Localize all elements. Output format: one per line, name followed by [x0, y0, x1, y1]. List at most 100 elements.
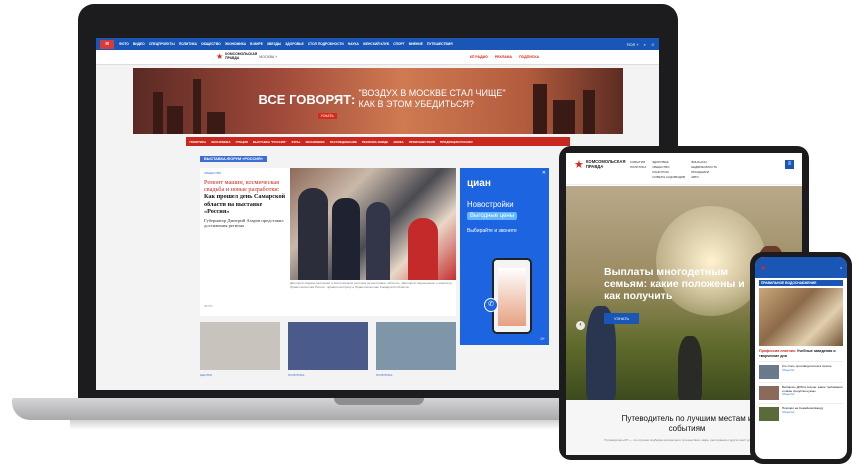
nav-item[interactable]: ФОТО: [119, 42, 129, 46]
phone-news-title: Кто стать производителем в сезоне: [782, 364, 832, 368]
phone-news-text: Выбирать ДОМ в сезоне: какие требования …: [782, 385, 843, 400]
section-nav-item[interactable]: ЭКОНОМИКА: [211, 140, 230, 144]
section-nav-item[interactable]: АВИКА: [393, 140, 404, 144]
site-logo[interactable]: ★ КОМСОМОЛЬСКАЯ ПРАВДА: [216, 52, 257, 61]
nav-item[interactable]: СПОРТ: [393, 42, 404, 46]
tablet-menu-item[interactable]: ПРАЗДНИКИ: [691, 170, 717, 174]
close-icon[interactable]: ✕: [542, 170, 546, 176]
hamburger-icon[interactable]: ≡: [100, 39, 114, 49]
article-lede: Губернатор Дмитрий Азаров представил дос…: [204, 218, 284, 229]
nav-item[interactable]: ВИДЕО: [133, 42, 145, 46]
building-illustration: [498, 268, 526, 326]
news-card-image[interactable]: [376, 322, 456, 370]
header-link[interactable]: КП РАДИО: [470, 55, 488, 59]
phone-call-icon: ✆: [484, 298, 498, 312]
section-nav-item[interactable]: ПРОДУКЦИЯ РОССИИ: [440, 140, 473, 144]
header-link[interactable]: РЕКЛАМА: [495, 55, 512, 59]
phone-news-image: [759, 386, 779, 400]
section-nav-item[interactable]: ПРОИСШЕСТВИЯ: [409, 140, 435, 144]
region-select[interactable]: ПОЛ ˅: [627, 42, 639, 47]
hamburger-icon[interactable]: ≡: [785, 160, 794, 169]
ad-banner[interactable]: ВСЕ ГОВОРЯТ: "ВОЗДУХ В МОСКВЕ СТАЛ ЧИЩЕ"…: [132, 68, 623, 134]
tablet-menu-item[interactable]: КОНКУРСЫ: [652, 170, 685, 174]
phone-news-item[interactable]: Выбирать ДОМ в сезоне: какие требования …: [759, 382, 843, 400]
ad-pill: Выгодные цены: [467, 212, 518, 220]
hamburger-icon[interactable]: ≡: [840, 266, 842, 270]
phone-section-tag[interactable]: ПРАВИЛЬНОЕ ВОДОСНАБЖЕНИЕ: [759, 280, 843, 286]
phone-news-item[interactable]: Кто стать производителем в сезоне Обществ…: [759, 361, 843, 379]
news-card-tag[interactable]: ЦЕНТРА: [200, 373, 280, 377]
section-nav-item[interactable]: ГРЕЦИЯ: [236, 140, 248, 144]
carousel-prev-icon[interactable]: ‹: [576, 321, 585, 330]
tablet-menu-item[interactable]: ОБЩЕСТВО: [652, 165, 685, 169]
nav-item[interactable]: НАУКА: [348, 42, 359, 46]
tablet-menu-item[interactable]: СОВЕТЫ САДОВОДОВ: [652, 175, 685, 179]
nav-item[interactable]: ЖЕНСКИЙ КЛУБ: [363, 42, 389, 46]
guide-title[interactable]: Путеводитель по лучшим местам и событиям: [612, 414, 762, 434]
section-nav-item[interactable]: ПОЛИТИКА: [190, 140, 207, 144]
nav-item[interactable]: СПЕЦПРОЕКТЫ: [149, 42, 175, 46]
child-silhouette: [678, 336, 702, 400]
phone-screen: ★ ≡ ПРАВИЛЬНОЕ ВОДОСНАБЖЕНИЕ Профессия п…: [755, 257, 847, 459]
search-icon[interactable]: ⌕: [644, 42, 646, 47]
phone-news-title: Выбирать ДОМ в сезоне: какие требования …: [782, 385, 843, 393]
nav-item[interactable]: ПУТЕШЕСТВИЯ: [427, 42, 453, 46]
star-icon: ★: [216, 52, 224, 61]
section-nav-item[interactable]: ЭКОНОМИКА: [305, 140, 324, 144]
nav-item[interactable]: ЗДОРОВЬЕ: [285, 42, 304, 46]
ad-title: Новостройки: [467, 200, 514, 209]
news-card[interactable]: ЦЕНТРА: [200, 322, 280, 377]
article-tag[interactable]: ОБЩЕСТВО: [204, 171, 286, 175]
tablet-menu-item[interactable]: АВТО: [691, 175, 717, 179]
news-card-tag[interactable]: ПОЛИТИКА: [288, 373, 368, 377]
cian-ad[interactable]: циан Новостройки Выгодные цены Выбирайте…: [460, 168, 549, 345]
phone-headline[interactable]: Профессия плотник: Учебные заведения и т…: [759, 349, 843, 358]
site-header: ★ КОМСОМОЛЬСКАЯ ПРАВДА МОСКВА ˅ КП РАДИО…: [96, 50, 659, 65]
forum-tag[interactable]: ВЫСТАВКА-ФОРУМ «РОССИЯ»: [200, 156, 267, 162]
article-headline[interactable]: Ремонт машин, космическая свадьба и новы…: [204, 179, 286, 215]
nav-item[interactable]: ОБЩЕСТВО: [201, 42, 221, 46]
headline-black-part: Как прошел день Самарской области на выс…: [204, 193, 286, 215]
nav-item[interactable]: ЭКОНОМИКА: [225, 42, 246, 46]
section-nav-item[interactable]: РЕКЛАМА ВНИДЕ: [362, 140, 388, 144]
user-icon[interactable]: ☺: [651, 42, 655, 47]
logo-text: КОМСОМОЛЬСКАЯ ПРАВДА: [585, 159, 626, 169]
tablet-menu-item[interactable]: [630, 175, 646, 179]
tablet-menu-item[interactable]: ПОЛИТИКА: [630, 165, 646, 169]
tablet-menu-item[interactable]: НЕДВИЖИМОСТЬ: [691, 165, 717, 169]
star-icon: ★: [574, 158, 584, 171]
nav-item[interactable]: СТОЛ ПОДРОБНОСТИ: [308, 42, 344, 46]
city-select[interactable]: МОСКВА ˅: [259, 55, 277, 59]
section-nav-item[interactable]: КУРЫ: [292, 140, 301, 144]
tablet-menu-item[interactable]: [630, 170, 646, 174]
photo-caption: Дмитрий Азаров рассказал о достижениях р…: [290, 281, 452, 289]
news-card[interactable]: ПОЛИТИКА: [376, 322, 456, 377]
nav-item[interactable]: ЗВЕЗДЫ: [267, 42, 281, 46]
nav-item[interactable]: В МИРЕ: [250, 42, 263, 46]
tablet-menu-item[interactable]: СОБЫТИЯ: [630, 160, 646, 164]
phone-news-text: Позиции на Семейном Ежеду Общество: [782, 406, 823, 421]
header-link[interactable]: ПОДПИСКА: [519, 55, 539, 59]
phone-illustration: ✆: [484, 258, 532, 334]
section-nav-item[interactable]: РАССЛЕДОВАНИЕ: [330, 140, 357, 144]
nav-item[interactable]: ПОЛИТИКА: [179, 42, 197, 46]
news-card-image[interactable]: [288, 322, 368, 370]
news-card-image[interactable]: [200, 322, 280, 370]
person-silhouette: [366, 202, 390, 280]
kremlin-tower-silhouette: [152, 92, 163, 134]
section-nav-item[interactable]: ВЫСТАВКА "РОССИЯ": [253, 140, 287, 144]
news-card[interactable]: ПОЛИТИКА: [288, 322, 368, 377]
phone-article-photo[interactable]: [759, 288, 843, 346]
tablet-menu-item[interactable]: ФИНАНСЫ: [691, 160, 717, 164]
banner-button[interactable]: УЗНАТЬ: [317, 113, 337, 119]
featured-article[interactable]: ОБЩЕСТВО Ремонт машин, космическая свадь…: [200, 168, 456, 316]
phone-news-item[interactable]: Позиции на Семейном Ежеду Общество: [759, 403, 843, 421]
star-icon[interactable]: ★: [760, 264, 766, 272]
article-photo[interactable]: [290, 168, 456, 280]
tablet-logo[interactable]: ★ КОМСОМОЛЬСКАЯ ПРАВДА: [574, 158, 626, 171]
news-card-tag[interactable]: ПОЛИТИКА: [376, 373, 456, 377]
tablet-menu-item[interactable]: ЗДОРОВЬЕ: [652, 160, 685, 164]
article-source: ФОТО: [204, 304, 213, 308]
nav-item[interactable]: МНЕНИЕ: [409, 42, 423, 46]
hero-button[interactable]: УЗНАТЬ: [604, 313, 640, 324]
